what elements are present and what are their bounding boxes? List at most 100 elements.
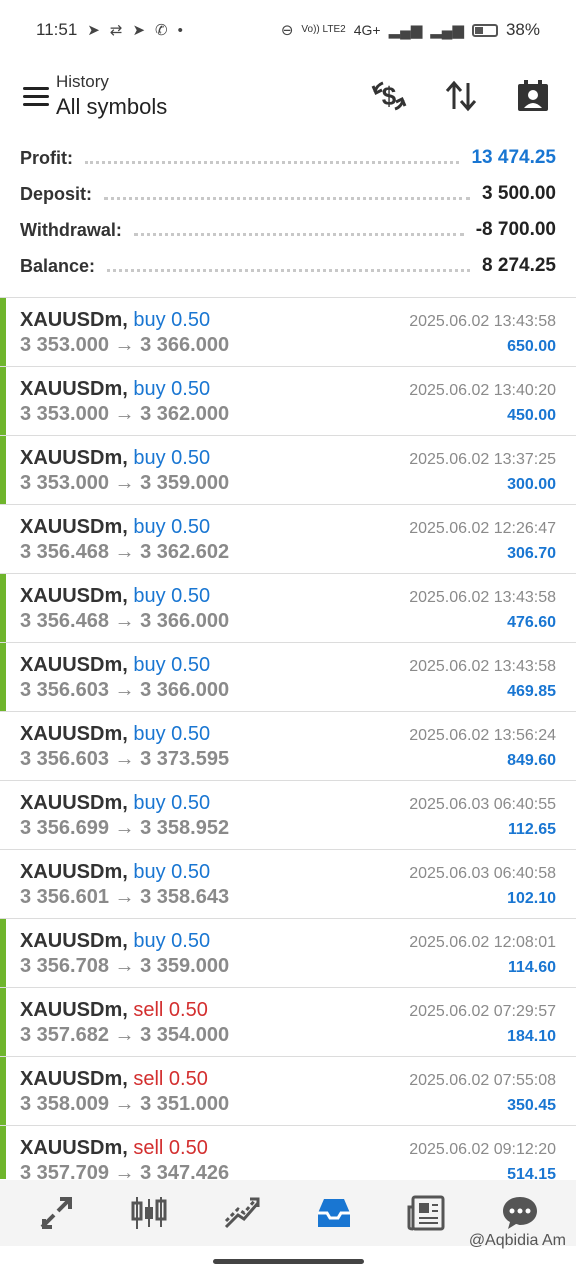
dotted-leader — [104, 196, 471, 200]
nav-chart[interactable] — [119, 1183, 179, 1243]
trade-symbol-line: XAUUSDm, sell 0.50 — [20, 1137, 208, 1160]
hamburger-icon — [23, 82, 49, 111]
volte-label: Vo)) LTE2 — [301, 24, 346, 35]
sort-icon — [445, 80, 477, 112]
trade-row[interactable]: XAUUSDm, buy 0.50 3 353.000 → 3 366.000 20… — [0, 298, 576, 367]
trade-profit: 350.45 — [507, 1097, 556, 1114]
trade-row[interactable]: XAUUSDm, buy 0.50 3 356.601 → 3 358.643 20… — [0, 850, 576, 919]
page-titles: History All symbols — [56, 72, 167, 120]
trade-prices: 3 358.009 → 3 351.000 — [20, 1093, 230, 1115]
trade-symbol-line: XAUUSDm, buy 0.50 — [20, 792, 210, 815]
dotted-leader — [133, 232, 464, 236]
trade-time: 2025.06.02 09:12:20 — [409, 1141, 556, 1158]
trade-direction: buy 0.50 — [133, 516, 211, 538]
trade-prices: 3 356.603 → 3 373.595 — [20, 748, 230, 770]
dnd-icon: ⊖ — [280, 22, 294, 39]
trade-time: 2025.06.02 13:37:25 — [409, 451, 556, 468]
trade-row[interactable]: XAUUSDm, buy 0.50 3 356.603 → 3 373.595 20… — [0, 712, 576, 781]
nav-trade[interactable] — [212, 1183, 272, 1243]
chat-icon — [502, 1197, 537, 1229]
quotes-icon — [40, 1197, 73, 1229]
summary-panel: Profit: 13 474.25 Deposit: 3 500.00 With… — [0, 140, 576, 284]
trade-symbol-line: XAUUSDm, buy 0.50 — [20, 654, 210, 677]
nav-history[interactable] — [304, 1183, 364, 1243]
trade-row[interactable]: XAUUSDm, buy 0.50 3 356.699 → 3 358.952 20… — [0, 781, 576, 850]
withdrawal-value: -8 700.00 — [475, 219, 556, 240]
trade-symbol: XAUUSDm, — [20, 654, 128, 676]
trade-direction: buy 0.50 — [133, 654, 211, 676]
signal-icon: ▂▄▆ — [388, 22, 423, 39]
trade-symbol: XAUUSDm, — [20, 1137, 128, 1159]
trade-direction: buy 0.50 — [133, 861, 211, 883]
dotted-leader — [107, 268, 471, 272]
balance-label: Balance: — [20, 255, 96, 276]
period-button[interactable] — [504, 67, 562, 125]
trade-direction: sell 0.50 — [133, 1137, 208, 1159]
call-icon: ✆ — [155, 22, 168, 39]
trade-profit: 476.60 — [507, 614, 556, 631]
trade-symbol: XAUUSDm, — [20, 447, 128, 469]
trade-symbol: XAUUSDm, — [20, 1068, 128, 1090]
trade-time: 2025.06.02 13:56:24 — [409, 727, 556, 744]
trade-row[interactable]: XAUUSDm, buy 0.50 3 353.000 → 3 359.000 20… — [0, 436, 576, 505]
trade-row[interactable]: XAUUSDm, buy 0.50 3 356.603 → 3 366.000 20… — [0, 643, 576, 712]
trade-profit: 450.00 — [507, 407, 556, 424]
trade-direction: buy 0.50 — [133, 309, 211, 331]
trade-direction: buy 0.50 — [133, 930, 211, 952]
trade-prices: 3 356.468 → 3 366.000 — [20, 610, 230, 632]
nav-news[interactable] — [397, 1183, 457, 1243]
gesture-bar[interactable] — [213, 1259, 364, 1264]
telegram-icon: ➤ — [132, 22, 146, 39]
trade-direction: buy 0.50 — [133, 723, 211, 745]
trade-profit: 114.60 — [507, 959, 556, 976]
trade-row[interactable]: XAUUSDm, buy 0.50 3 356.708 → 3 359.000 20… — [0, 919, 576, 988]
trade-prices: 3 356.699 → 3 358.952 — [20, 817, 230, 839]
trade-direction: sell 0.50 — [133, 999, 208, 1021]
trade-direction: buy 0.50 — [133, 585, 211, 607]
trade-time: 2025.06.02 12:26:47 — [409, 520, 556, 537]
trade-time: 2025.06.03 06:40:55 — [409, 796, 556, 813]
trade-history-list[interactable]: XAUUSDm, buy 0.50 3 353.000 → 3 366.000 20… — [0, 297, 576, 1179]
trade-symbol-line: XAUUSDm, buy 0.50 — [20, 723, 210, 746]
summary-balance-row: Balance: 8 274.25 — [0, 248, 576, 284]
trade-time: 2025.06.02 13:43:58 — [409, 589, 556, 606]
nav-quotes[interactable] — [26, 1183, 86, 1243]
currency-exchange-button[interactable]: $ — [360, 67, 418, 125]
trade-symbol-line: XAUUSDm, buy 0.50 — [20, 309, 210, 332]
trade-time: 2025.06.02 07:29:57 — [409, 1003, 556, 1020]
trade-row[interactable]: XAUUSDm, sell 0.50 3 358.009 → 3 351.000 2… — [0, 1057, 576, 1126]
news-icon — [407, 1195, 445, 1231]
profit-value: 13 474.25 — [471, 147, 556, 168]
deposit-value: 3 500.00 — [482, 183, 556, 204]
trade-row[interactable]: XAUUSDm, buy 0.50 3 353.000 → 3 362.000 20… — [0, 367, 576, 436]
trade-prices: 3 356.708 → 3 359.000 — [20, 955, 230, 977]
trade-symbol-line: XAUUSDm, buy 0.50 — [20, 861, 210, 884]
trade-time: 2025.06.03 06:40:58 — [409, 865, 556, 882]
history-icon — [318, 1199, 351, 1227]
trade-symbol-line: XAUUSDm, buy 0.50 — [20, 378, 210, 401]
trade-symbol: XAUUSDm, — [20, 930, 128, 952]
trade-profit: 184.10 — [507, 1028, 556, 1045]
svg-text:$: $ — [382, 81, 397, 111]
battery-icon — [471, 23, 498, 37]
trade-direction: sell 0.50 — [133, 1068, 208, 1090]
page-title[interactable]: All symbols — [56, 94, 167, 120]
calendar-person-icon — [518, 80, 548, 111]
trade-row[interactable]: XAUUSDm, buy 0.50 3 356.468 → 3 366.000 20… — [0, 574, 576, 643]
sort-button[interactable] — [432, 67, 490, 125]
withdrawal-label: Withdrawal: — [20, 219, 122, 240]
trade-time: 2025.06.02 07:55:08 — [409, 1072, 556, 1089]
trade-row[interactable]: XAUUSDm, sell 0.50 3 357.709 → 3 347.426 2… — [0, 1126, 576, 1179]
trade-profit: 849.60 — [507, 752, 556, 769]
trade-profit: 469.85 — [507, 683, 556, 700]
trade-symbol: XAUUSDm, — [20, 792, 128, 814]
trade-symbol-line: XAUUSDm, sell 0.50 — [20, 1068, 208, 1091]
summary-deposit-row: Deposit: 3 500.00 — [0, 176, 576, 212]
trade-icon — [224, 1197, 260, 1229]
battery-percent: 38% — [505, 20, 540, 39]
trade-prices: 3 357.709 → 3 347.426 — [20, 1162, 230, 1179]
trade-row[interactable]: XAUUSDm, buy 0.50 3 356.468 → 3 362.602 20… — [0, 505, 576, 574]
trade-profit: 306.70 — [507, 545, 556, 562]
trade-row[interactable]: XAUUSDm, sell 0.50 3 357.682 → 3 354.000 2… — [0, 988, 576, 1057]
dotted-leader — [85, 160, 460, 164]
